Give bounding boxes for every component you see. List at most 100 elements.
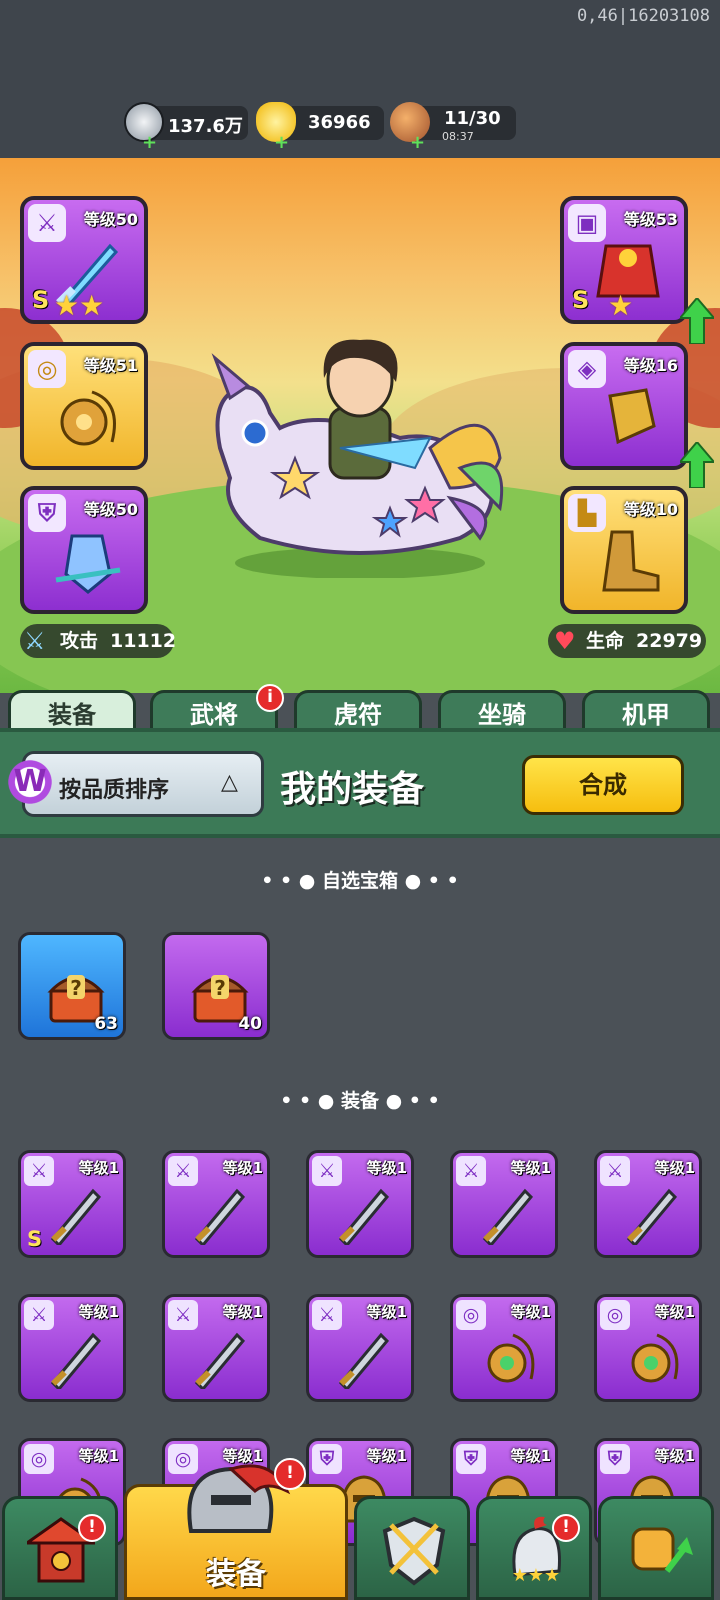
hero-scene: ⚔ 等级50 S ★★ ◎ 等级51 ⛨ 等级50 ▣ 等级53 S ★ ◈ 等… bbox=[0, 158, 720, 693]
shield-icon bbox=[382, 1516, 446, 1586]
amulet-icon bbox=[60, 390, 116, 446]
plus-icon[interactable]: + bbox=[274, 134, 289, 152]
helmet-icon: ⛨ bbox=[600, 1444, 630, 1474]
item-level: 等级1 bbox=[222, 1159, 263, 1177]
debug-readout: 0,46|16203108 bbox=[576, 6, 710, 26]
attack-value: 11112 bbox=[110, 630, 177, 652]
nav-shop-button[interactable] bbox=[2, 1496, 118, 1600]
watermark-logo: W bbox=[4, 756, 56, 808]
item-level: 等级1 bbox=[78, 1303, 119, 1321]
item-level: 等级1 bbox=[654, 1303, 695, 1321]
equipment-item[interactable]: ⚔ 等级1 bbox=[18, 1294, 126, 1402]
sword-icon: ⚔ bbox=[24, 1156, 54, 1186]
equipment-item[interactable]: ⚔ 等级1 bbox=[162, 1294, 270, 1402]
equipment-item[interactable]: ⚔ 等级1 bbox=[162, 1150, 270, 1258]
fist-upgrade-icon bbox=[631, 1527, 693, 1573]
sword-icon: ⚔ bbox=[456, 1156, 486, 1186]
gold-boots-icon bbox=[602, 530, 660, 592]
helmet-slot[interactable]: ⛨ 等级50 bbox=[20, 486, 148, 614]
nav-battle-button[interactable] bbox=[354, 1496, 470, 1600]
stamina-counter[interactable]: 11/30 08:37 + bbox=[390, 102, 516, 152]
sword-icon: ⚔ bbox=[312, 1300, 342, 1330]
hp-value: 22979 bbox=[636, 630, 703, 652]
plus-icon[interactable]: + bbox=[410, 134, 425, 152]
equip-section-header: • • ● 装备 ● • • bbox=[0, 1086, 720, 1113]
chest-count: 63 bbox=[94, 1014, 118, 1034]
weapon-level: 等级50 bbox=[83, 210, 138, 229]
blue-helmet-icon bbox=[55, 534, 121, 594]
sort-label: 按品质排序 bbox=[59, 778, 170, 803]
amulet-icon: ◎ bbox=[600, 1300, 630, 1330]
nav-equipment-label: 装备 bbox=[206, 1557, 266, 1592]
chest-item[interactable]: ? 63 bbox=[18, 932, 126, 1040]
equipment-item[interactable]: ⚔ 等级1 S bbox=[18, 1150, 126, 1258]
equipment-item[interactable]: ◎ 等级1 bbox=[450, 1294, 558, 1402]
sword-icon: ⚔ bbox=[600, 1156, 630, 1186]
item-level: 等级1 bbox=[654, 1159, 695, 1177]
bracer-slot[interactable]: ◈ 等级16 bbox=[560, 342, 688, 470]
sword-icon: ⚔ bbox=[312, 1156, 342, 1186]
gold-value: 36966 bbox=[308, 112, 371, 133]
equipment-item[interactable]: ⚔ 等级1 bbox=[306, 1150, 414, 1258]
grade-label: S bbox=[572, 286, 590, 314]
gold-counter[interactable]: 36966 + bbox=[256, 102, 384, 152]
upgrade-arrow-icon bbox=[680, 442, 714, 488]
item-level: 等级1 bbox=[366, 1447, 407, 1465]
dots-icon: ● • • bbox=[398, 870, 459, 892]
nav-heroes-button[interactable]: ★★★ bbox=[476, 1496, 592, 1600]
sword-gear-icon bbox=[626, 1188, 678, 1245]
nav-growth-button[interactable] bbox=[598, 1496, 714, 1600]
helmet-icon: ⛨ bbox=[456, 1444, 486, 1474]
hero-character[interactable] bbox=[200, 338, 520, 578]
svg-text:?: ? bbox=[214, 976, 226, 1000]
dots-icon: ● • • bbox=[379, 1090, 440, 1112]
chest-section-header: • • ● 自选宝箱 ● • • bbox=[0, 866, 720, 893]
sword-gear-icon bbox=[50, 1332, 102, 1389]
silver-counter[interactable]: 137.6万 + bbox=[124, 102, 248, 152]
upgrade-arrow-icon bbox=[680, 298, 714, 344]
sword-gear-icon bbox=[194, 1188, 246, 1245]
armor-slot[interactable]: ▣ 等级53 S ★ bbox=[560, 196, 688, 324]
item-level: 等级1 bbox=[366, 1303, 407, 1321]
stamina-timer: 08:37 bbox=[442, 130, 474, 143]
equipment-item[interactable]: ⚔ 等级1 bbox=[594, 1150, 702, 1258]
attack-label: 攻击 bbox=[60, 630, 99, 652]
svg-text:?: ? bbox=[70, 976, 82, 1000]
equipment-item[interactable]: ⚔ 等级1 bbox=[450, 1150, 558, 1258]
page-title: 我的装备 bbox=[280, 769, 425, 810]
star-rating: ★ bbox=[608, 289, 634, 322]
sword-gear-icon bbox=[482, 1188, 534, 1245]
item-level: 等级1 bbox=[78, 1447, 119, 1465]
sort-quality-button[interactable]: 按品质排序 △ bbox=[22, 751, 264, 817]
sword-icon: ⚔ bbox=[168, 1156, 198, 1186]
compose-button[interactable]: 合成 bbox=[522, 755, 684, 815]
dots-icon: • • ● bbox=[280, 1090, 341, 1112]
silver-value: 137.6万 bbox=[168, 116, 243, 137]
helmet-icon: ⛨ bbox=[312, 1444, 342, 1474]
chest-item[interactable]: ? 40 bbox=[162, 932, 270, 1040]
plus-icon[interactable]: + bbox=[142, 134, 157, 152]
equipment-item[interactable]: ⚔ 等级1 bbox=[306, 1294, 414, 1402]
nav-equipment-badge: ! bbox=[274, 1458, 306, 1490]
equip-section-title: 装备 bbox=[340, 1090, 379, 1112]
armor-level: 等级53 bbox=[623, 210, 678, 229]
chest-section-title: 自选宝箱 bbox=[321, 870, 398, 892]
item-level: 等级1 bbox=[510, 1447, 551, 1465]
nav-equipment-button[interactable]: 装备 bbox=[124, 1464, 348, 1600]
stamina-value: 11/30 bbox=[444, 108, 501, 129]
boots-slot[interactable]: ▙ 等级10 bbox=[560, 486, 688, 614]
amulet-slot[interactable]: ◎ 等级51 bbox=[20, 342, 148, 470]
equipment-item[interactable]: ◎ 等级1 bbox=[594, 1294, 702, 1402]
sword-gear-icon bbox=[338, 1332, 390, 1389]
boots-level: 等级10 bbox=[623, 500, 678, 519]
amulet-gear-icon bbox=[631, 1333, 679, 1383]
item-level: 等级1 bbox=[510, 1159, 551, 1177]
sword-gear-icon bbox=[50, 1188, 102, 1245]
svg-text:★★★: ★★★ bbox=[512, 1565, 560, 1585]
weapon-slot[interactable]: ⚔ 等级50 S ★★ bbox=[20, 196, 148, 324]
grade-label: S bbox=[32, 286, 50, 314]
knight-helmet-icon bbox=[187, 1464, 291, 1533]
sword-icon: ⚔ bbox=[24, 627, 46, 655]
bracer-level: 等级16 bbox=[623, 356, 678, 375]
sword-icon: ⚔ bbox=[168, 1300, 198, 1330]
